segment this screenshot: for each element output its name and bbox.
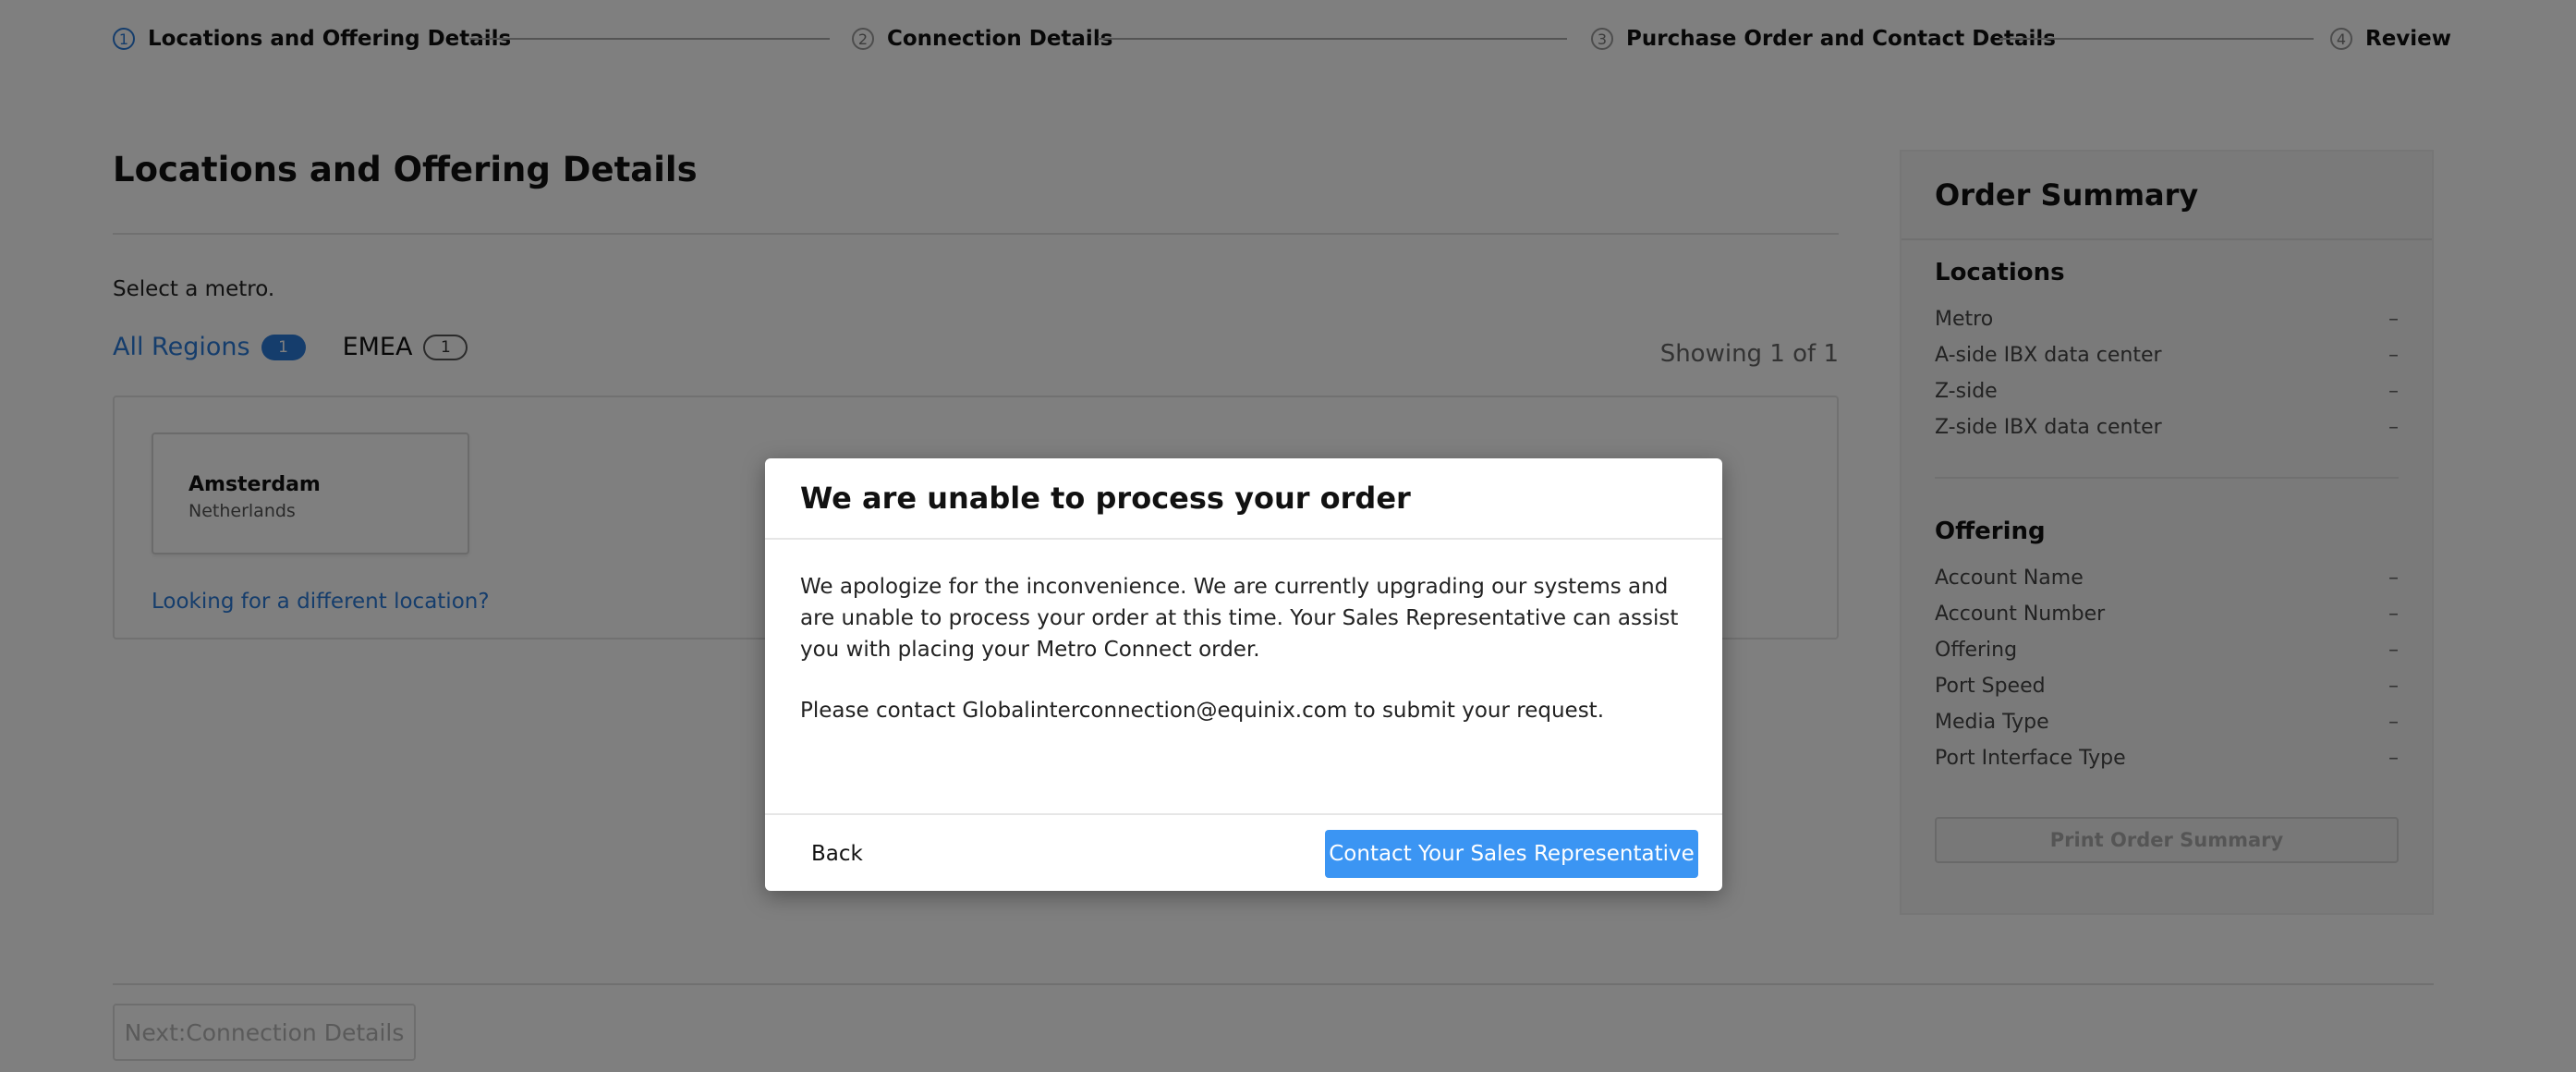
page: 1 Locations and Offering Details 2 Conne… bbox=[0, 0, 2576, 1072]
modal-body: We apologize for the inconvenience. We a… bbox=[800, 571, 1687, 756]
divider bbox=[765, 538, 1722, 540]
modal-message: We apologize for the inconvenience. We a… bbox=[800, 575, 1679, 662]
modal-title: We are unable to process your order bbox=[800, 481, 1411, 516]
contact-sales-rep-button[interactable]: Contact Your Sales Representative bbox=[1325, 830, 1698, 878]
error-modal: We are unable to process your order We a… bbox=[765, 458, 1722, 891]
modal-contact-instructions: Please contact Globalinterconnection@equ… bbox=[800, 699, 1605, 723]
divider bbox=[765, 813, 1722, 815]
back-button[interactable]: Back bbox=[798, 830, 876, 878]
